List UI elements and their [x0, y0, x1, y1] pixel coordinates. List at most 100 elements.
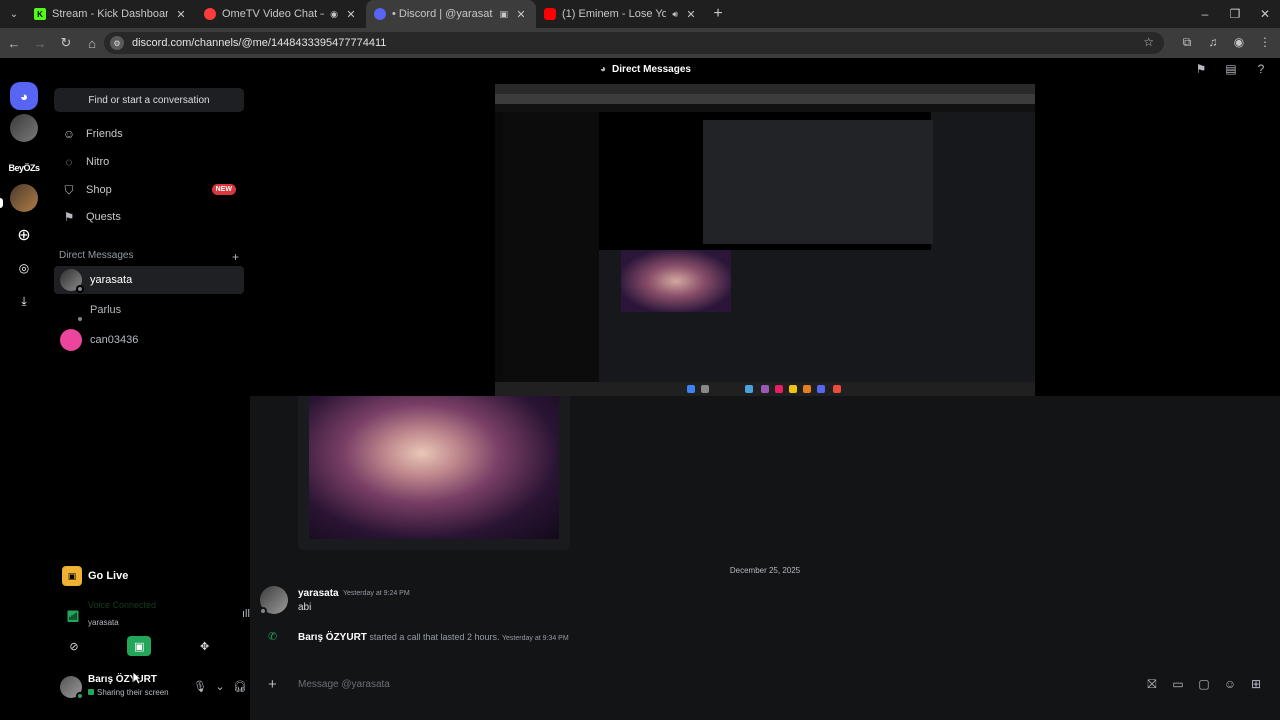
add-server-icon[interactable]: ⊕: [10, 221, 38, 249]
sidebar-item-quests[interactable]: ⚑ Quests: [54, 204, 244, 230]
server-lion-icon[interactable]: [10, 184, 38, 212]
attachment-photo[interactable]: [309, 396, 559, 539]
site-info-icon[interactable]: ⚙: [110, 36, 124, 50]
nitro-icon: ◌: [65, 155, 73, 169]
screen-share-stream[interactable]: [250, 84, 1280, 396]
chevron-down-icon[interactable]: ⌄: [212, 678, 228, 696]
download-apps-icon[interactable]: ⤓: [10, 287, 38, 315]
discord-app: ◕ BeyÖZs ⊕ ◎ ⤓ Find or start a conversat…: [0, 58, 1280, 720]
browser-tab-ometv[interactable]: OmeTV Video Chat — Ome ◉ ✕: [196, 0, 366, 28]
activities-icon[interactable]: ✥: [193, 636, 217, 656]
media-control-icon[interactable]: ♫: [1204, 32, 1222, 52]
headphones-icon[interactable]: 🎧︎: [232, 678, 248, 696]
close-tab-icon[interactable]: ✕: [344, 8, 358, 21]
dm-name: can03436: [90, 334, 139, 346]
youtube-favicon-icon: [544, 8, 556, 20]
call-author[interactable]: Barış ÖZYURT: [298, 632, 367, 643]
sidebar-item-nitro[interactable]: ◌ Nitro: [54, 149, 244, 175]
main-header: ◕ Direct Messages ⚑ ▤ ?: [250, 58, 1280, 84]
mouse-cursor-icon: [132, 671, 142, 685]
find-conversation-button[interactable]: Find or start a conversation: [54, 88, 244, 112]
user-status: Sharing their screen: [88, 688, 169, 697]
profile-icon[interactable]: ◉: [1230, 32, 1248, 52]
message-timestamp: Yesterday at 9:24 PM: [343, 590, 410, 597]
call-timestamp: Yesterday at 9:34 PM: [502, 635, 569, 642]
server-rail: ◕ BeyÖZs ⊕ ◎ ⤓: [0, 58, 48, 720]
avatar[interactable]: [60, 676, 84, 700]
dm-header-label: Direct Messages: [59, 250, 134, 261]
dm-item-parlus[interactable]: Parlus: [54, 296, 244, 324]
close-tab-icon[interactable]: ✕: [174, 8, 188, 21]
browser-toolbar: ← → ↻ ⌂ ⚙ discord.com/channels/@me/14484…: [0, 28, 1280, 58]
shop-icon: ⛉: [64, 182, 74, 197]
ometv-favicon-icon: [204, 8, 216, 20]
close-window-icon[interactable]: ✕: [1250, 0, 1280, 28]
voice-channel-name[interactable]: yarasata: [88, 618, 119, 627]
dm-sidebar: Find or start a conversation ☺ Friends ◌…: [48, 58, 285, 720]
image-attachment[interactable]: [298, 396, 570, 550]
reload-icon[interactable]: ↻: [54, 35, 78, 51]
window-controls: – ❐ ✕: [1190, 0, 1280, 28]
discord-home-icon[interactable]: ◕: [10, 82, 38, 110]
tab-title: (1) Eminem - Lose Yourself: [562, 8, 667, 20]
tab-search-icon[interactable]: ⌄: [2, 2, 26, 26]
dm-item-yarasata[interactable]: yarasata: [54, 266, 244, 294]
bookmark-star-icon[interactable]: ☆: [1143, 35, 1154, 49]
kick-favicon-icon: K: [34, 8, 46, 20]
home-icon[interactable]: ⌂: [80, 36, 104, 51]
close-tab-icon[interactable]: ✕: [514, 8, 528, 21]
sidebar-item-friends[interactable]: ☺ Friends: [54, 121, 244, 147]
server-text-icon[interactable]: BeyÖZs: [9, 154, 41, 182]
message-author[interactable]: yarasata: [298, 588, 339, 599]
browser-tab-discord[interactable]: • Discord | @yarasata ▣ ✕: [366, 0, 536, 28]
recording-icon: ◉: [330, 8, 338, 19]
signal-icon[interactable]: 📶︎: [66, 610, 80, 623]
gift-icon[interactable]: ⛝: [1144, 677, 1160, 692]
help-icon[interactable]: ?: [1252, 62, 1270, 76]
gif-icon[interactable]: ▭: [1170, 677, 1186, 692]
extensions-icon[interactable]: ⧉: [1178, 32, 1196, 52]
browser-tab-youtube[interactable]: (1) Eminem - Lose Yourself 🔊︎ ✕: [536, 0, 706, 28]
go-live-label: Go Live: [88, 570, 129, 582]
explore-icon[interactable]: ◎: [10, 254, 38, 282]
browser-tab-kick[interactable]: K Stream - Kick Dashboard ✕: [26, 0, 196, 28]
sidebar-item-shop[interactable]: ⛉ Shop NEW: [54, 177, 244, 203]
back-icon[interactable]: ←: [2, 36, 26, 51]
url-text[interactable]: discord.com/channels/@me/144843339547777…: [132, 37, 386, 49]
stream-video[interactable]: [495, 84, 1035, 396]
address-bar[interactable]: ⚙ discord.com/channels/@me/1448433395477…: [104, 32, 1164, 54]
new-tab-button[interactable]: +: [706, 5, 730, 23]
tab-title: OmeTV Video Chat — Ome: [222, 8, 324, 20]
attach-plus-icon[interactable]: +: [268, 676, 277, 693]
tab-title: Stream - Kick Dashboard: [52, 8, 168, 20]
sidebar-item-label: Nitro: [86, 156, 110, 168]
flag-icon[interactable]: ⚑: [1192, 62, 1210, 76]
new-badge: NEW: [211, 184, 236, 195]
sharing-indicator-icon: ▣: [499, 8, 508, 19]
page-title-text: Direct Messages: [612, 64, 691, 75]
create-dm-icon[interactable]: +: [232, 250, 239, 264]
avatar[interactable]: [259, 586, 288, 615]
inbox-icon[interactable]: ▤: [1222, 62, 1240, 76]
server-unread-pill: [0, 198, 3, 208]
restore-icon[interactable]: ❐: [1220, 0, 1250, 28]
browser-menu-icon[interactable]: ⋮: [1256, 32, 1274, 52]
header-actions: ⚑ ▤ ?: [1192, 62, 1270, 76]
forward-icon[interactable]: →: [28, 36, 52, 51]
camera-off-icon[interactable]: ⊘: [62, 636, 86, 656]
sticker-icon[interactable]: ▢: [1196, 677, 1212, 692]
emoji-icon[interactable]: ☺: [1222, 677, 1238, 692]
screen-share-icon[interactable]: ▣: [127, 636, 152, 656]
close-tab-icon[interactable]: ✕: [684, 8, 698, 21]
apps-icon[interactable]: ⊞: [1248, 677, 1264, 692]
avatar: [60, 269, 84, 293]
server-avatar[interactable]: [10, 114, 38, 142]
microphone-icon[interactable]: 🎙︎: [192, 678, 208, 696]
dm-item-can03436[interactable]: can03436: [54, 326, 244, 354]
phone-call-icon: ✆: [268, 631, 278, 643]
user-name[interactable]: Barış ÖZYURT: [88, 674, 157, 685]
minimize-icon[interactable]: –: [1190, 0, 1220, 28]
quests-icon: ⚑: [63, 210, 75, 224]
voice-status[interactable]: Voice Connected: [88, 600, 156, 610]
message-input[interactable]: [298, 679, 1098, 690]
